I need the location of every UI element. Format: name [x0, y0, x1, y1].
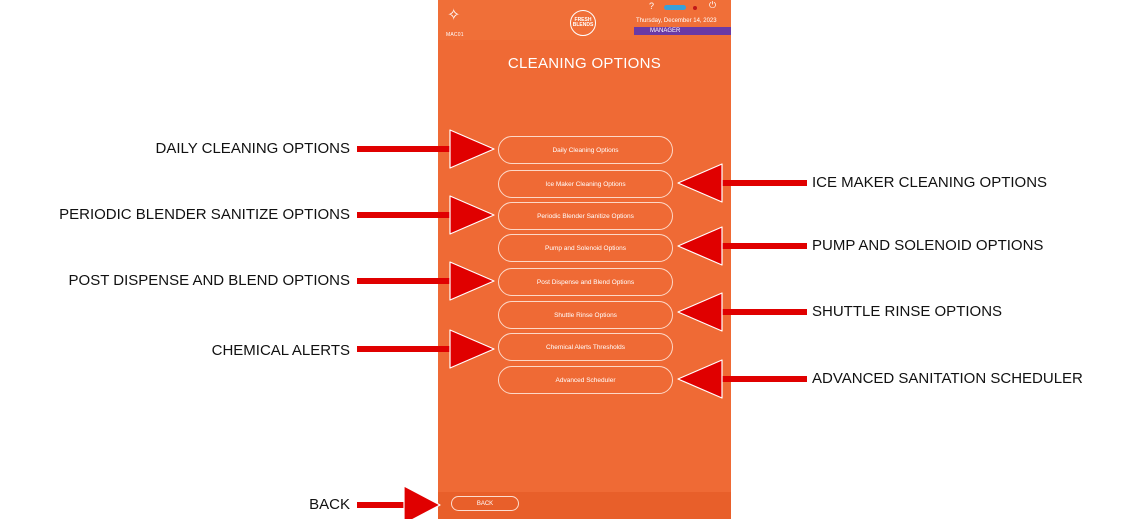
device-screen: ✧ MAC01 FRESH BLENDS ? ⏻ Thursday, Decemb… — [438, 0, 731, 519]
current-date: Thursday, December 14, 2023 — [636, 18, 717, 24]
callout-pump-solenoid: PUMP AND SOLENOID OPTIONS — [812, 237, 1044, 254]
arrow-back — [357, 485, 441, 519]
connection-toggle-icon[interactable] — [664, 5, 686, 10]
advanced-scheduler-button[interactable]: Advanced Scheduler — [498, 366, 673, 394]
callout-chemical-alerts: CHEMICAL ALERTS — [211, 342, 350, 359]
back-button[interactable]: BACK — [451, 496, 519, 511]
callout-shuttle-rinse: SHUTTLE RINSE OPTIONS — [812, 303, 1003, 320]
callout-daily-cleaning: DAILY CLEANING OPTIONS — [155, 140, 351, 157]
machine-id: MAC01 — [446, 32, 464, 38]
daily-cleaning-options-button[interactable]: Daily Cleaning Options — [498, 136, 673, 164]
help-icon[interactable]: ? — [649, 2, 654, 11]
callout-periodic-blender: PERIODIC BLENDER SANITIZE OPTIONS — [59, 206, 350, 223]
role-badge: MANAGER — [634, 27, 731, 35]
pump-and-solenoid-options-button[interactable]: Pump and Solenoid Options — [498, 234, 673, 262]
chemical-alerts-thresholds-button[interactable]: Chemical Alerts Thresholds — [498, 333, 673, 361]
ice-maker-cleaning-options-button[interactable]: Ice Maker Cleaning Options — [498, 170, 673, 198]
periodic-blender-sanitize-options-button[interactable]: Periodic Blender Sanitize Options — [498, 202, 673, 230]
top-bar: ✧ MAC01 FRESH BLENDS ? ⏻ Thursday, Decemb… — [438, 0, 731, 40]
callout-post-dispense: POST DISPENSE AND BLEND OPTIONS — [68, 272, 350, 289]
shuttle-rinse-options-button[interactable]: Shuttle Rinse Options — [498, 301, 673, 329]
post-dispense-and-blend-options-button[interactable]: Post Dispense and Blend Options — [498, 268, 673, 296]
page-title: CLEANING OPTIONS — [507, 55, 662, 72]
brand-logo: FRESH BLENDS — [570, 10, 596, 36]
bottom-bar: BACK — [438, 492, 731, 519]
callout-ice-maker: ICE MAKER CLEANING OPTIONS — [812, 174, 1048, 191]
callout-advanced-scheduler: ADVANCED SANITATION SCHEDULER — [812, 370, 1083, 387]
callout-back: BACK — [309, 496, 350, 513]
sparkle-icon[interactable]: ✧ — [447, 8, 460, 24]
record-icon — [693, 6, 697, 10]
power-icon[interactable]: ⏻ — [709, 1, 716, 10]
